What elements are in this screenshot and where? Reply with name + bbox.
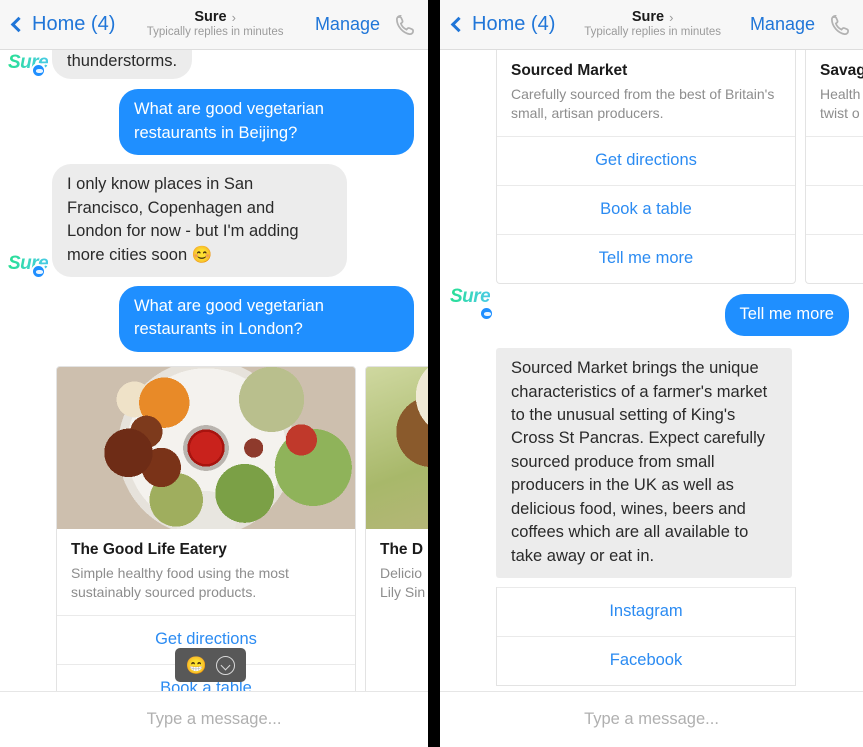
back-home-button[interactable]: Home (4): [10, 13, 115, 36]
card-body: The Good Life Eatery Simple healthy food…: [57, 529, 355, 615]
restaurant-card[interactable]: Savag Health twist o: [805, 50, 863, 284]
link-button-group[interactable]: Instagram Facebook: [440, 587, 863, 686]
card-button-placeholder[interactable]: [806, 233, 863, 283]
manage-button[interactable]: Manage: [750, 14, 815, 35]
card-title: Sourced Market: [511, 62, 628, 79]
card-subtitle-line2: Lily Sin: [380, 583, 426, 600]
card-button-book-a-table[interactable]: Book a table: [497, 184, 795, 234]
card-subtitle: Simple healthy food using the most susta…: [71, 564, 289, 600]
avatar: Sure: [8, 243, 52, 279]
message-thread-right[interactable]: Sourced Market Carefully sourced from th…: [440, 50, 863, 691]
card-title: The D: [380, 540, 424, 558]
chevron-right-icon: ›: [669, 9, 674, 25]
link-button-instagram[interactable]: Instagram: [497, 587, 795, 636]
avatar: Sure: [8, 50, 52, 78]
restaurant-photo: [57, 366, 355, 529]
emoji-reaction-tooltip[interactable]: 😁: [175, 648, 246, 682]
back-home-label: Home (4): [32, 13, 116, 35]
back-home-button[interactable]: Home (4): [450, 13, 555, 36]
panel-divider: [428, 0, 440, 747]
card-button-tell-me-more[interactable]: Tell me more: [497, 233, 795, 283]
messenger-badge-icon: [479, 306, 494, 321]
card-title: The Good Life Eatery: [71, 540, 227, 558]
restaurant-card-carousel[interactable]: Sourced Market Carefully sourced from th…: [440, 50, 863, 284]
restaurant-card-carousel[interactable]: The Good Life Eatery Simple healthy food…: [0, 365, 428, 691]
chat-header-left: Home (4) Sure › Typically replies in min…: [0, 0, 428, 50]
right-chat-panel: Home (4) Sure › Typically replies in min…: [440, 0, 863, 747]
message-bubble[interactable]: Tell me more: [724, 293, 849, 337]
message-bubble[interactable]: Sourced Market brings the unique charact…: [496, 348, 792, 578]
dual-screenshot-comparison: Home (4) Sure › Typically replies in min…: [0, 0, 863, 747]
card-subtitle-line2: twist o: [820, 104, 860, 121]
message-thread-left[interactable]: Sure thunderstorms. What are good vegeta…: [0, 50, 428, 691]
card-body: Savag Health twist o: [806, 50, 863, 136]
message-input[interactable]: [0, 710, 428, 729]
message-bubble[interactable]: What are good vegetarian restaurants in …: [119, 89, 414, 156]
messenger-badge-icon: [31, 63, 46, 78]
chevron-down-circle-icon[interactable]: [216, 655, 236, 675]
message-bubble[interactable]: thunderstorms.: [52, 50, 193, 80]
composer-left[interactable]: [0, 691, 428, 747]
card-button-placeholder[interactable]: [806, 135, 863, 185]
messenger-badge-icon: [31, 263, 46, 279]
card-subtitle-line1: Delicio: [380, 564, 423, 581]
page-title: Sure: [631, 9, 665, 25]
card-title: Savag: [820, 62, 863, 79]
reply-time-subtitle: Typically replies in minutes: [146, 26, 284, 38]
page-title: Sure: [194, 9, 227, 25]
message-row: Sourced Market brings the unique charact…: [440, 348, 863, 578]
restaurant-card[interactable]: Sourced Market Carefully sourced from th…: [496, 50, 796, 284]
card-button-placeholder[interactable]: [806, 184, 863, 234]
message-input[interactable]: [440, 710, 863, 729]
left-chat-panel: Home (4) Sure › Typically replies in min…: [0, 0, 428, 747]
card-subtitle: Carefully sourced from the best of Brita…: [511, 86, 775, 121]
reply-time-subtitle: Typically replies in minutes: [584, 26, 722, 38]
card-body: Sourced Market Carefully sourced from th…: [497, 50, 795, 136]
chat-title-row: Sure ›: [194, 9, 236, 25]
card-body: The D Delicio Lily Sin: [366, 529, 428, 615]
restaurant-photo: [366, 366, 428, 529]
phone-icon[interactable]: [827, 12, 853, 38]
message-row: What are good vegetarian restaurants in …: [0, 285, 428, 352]
message-row: Tell me more: [440, 293, 863, 337]
chevron-left-icon: [450, 16, 467, 33]
chevron-right-icon: ›: [231, 9, 236, 25]
card-button-get-directions[interactable]: Get directions: [497, 135, 795, 185]
link-card[interactable]: Instagram Facebook: [496, 587, 796, 686]
message-row: Sure thunderstorms.: [0, 50, 428, 80]
chat-title-block[interactable]: Sure › Typically replies in minutes: [115, 9, 315, 38]
card-subtitle-line1: Health: [820, 86, 861, 102]
message-bubble[interactable]: I only know places in San Francisco, Cop…: [52, 164, 347, 277]
manage-button[interactable]: Manage: [315, 14, 380, 35]
restaurant-card[interactable]: The Good Life Eatery Simple healthy food…: [56, 365, 356, 691]
restaurant-card[interactable]: The D Delicio Lily Sin: [365, 365, 428, 691]
chat-title-block[interactable]: Sure › Typically replies in minutes: [555, 9, 750, 38]
message-row: What are good vegetarian restaurants in …: [0, 89, 428, 156]
avatar: Sure: [450, 287, 496, 321]
message-row: Sure I only know places in San Francisco…: [0, 164, 428, 279]
chevron-left-icon: [10, 16, 27, 33]
grinning-emoji-icon[interactable]: 😁: [186, 657, 207, 674]
chat-title-row: Sure ›: [632, 9, 674, 25]
link-button-facebook[interactable]: Facebook: [497, 636, 795, 685]
composer-right[interactable]: [440, 691, 863, 747]
back-home-label: Home (4): [472, 13, 556, 35]
message-bubble[interactable]: What are good vegetarian restaurants in …: [119, 285, 414, 352]
phone-icon[interactable]: [392, 12, 418, 38]
chat-header-right: Home (4) Sure › Typically replies in min…: [440, 0, 863, 50]
